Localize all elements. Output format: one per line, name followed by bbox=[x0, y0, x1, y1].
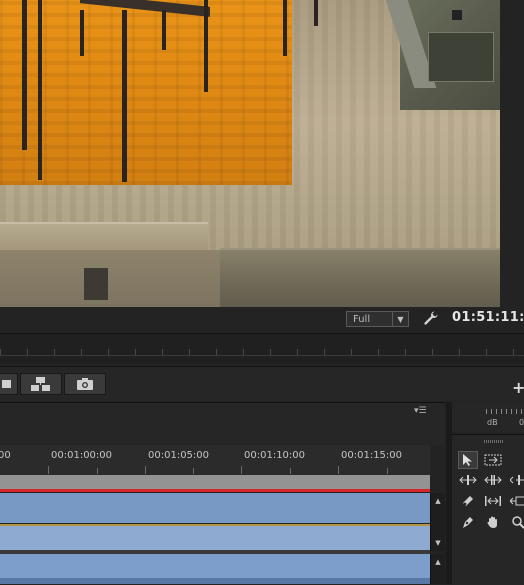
ruler-label: 00:01:05:00 bbox=[148, 450, 210, 461]
ruler-tick bbox=[387, 468, 388, 474]
ruler-tick bbox=[97, 468, 98, 474]
ruler-label: 00 bbox=[0, 450, 11, 461]
track-select-tool-icon[interactable] bbox=[483, 451, 503, 469]
timeline-panel-header bbox=[0, 402, 445, 428]
timeline-vertical-scrollbar[interactable]: ▲ bbox=[430, 554, 445, 584]
music-stand-pole bbox=[122, 10, 127, 182]
ruler-tick bbox=[48, 466, 49, 474]
pen-tool-icon[interactable] bbox=[458, 513, 478, 531]
export-frame-lift-button[interactable] bbox=[20, 373, 62, 395]
stand-leg bbox=[38, 0, 42, 180]
ripple-edit-tool-icon[interactable] bbox=[458, 471, 478, 489]
scroll-down-icon[interactable]: ▼ bbox=[431, 537, 445, 549]
stage-step-opening bbox=[84, 268, 108, 300]
chair-leg bbox=[283, 0, 287, 56]
panel-grip[interactable] bbox=[484, 440, 504, 443]
slide-tool-icon[interactable] bbox=[508, 492, 524, 510]
ruler-tick bbox=[145, 466, 146, 474]
playhead-timecode[interactable]: 01:51:11:2 bbox=[452, 310, 524, 325]
audio-clip-track[interactable] bbox=[0, 554, 430, 578]
chair-leg bbox=[314, 0, 318, 26]
timeline-vertical-scrollbar[interactable]: ▲ ▼ bbox=[430, 493, 445, 551]
scroll-up-icon[interactable]: ▲ bbox=[431, 556, 445, 568]
monitor-ruler-line bbox=[0, 355, 524, 356]
razor-tool-icon[interactable] bbox=[458, 492, 478, 510]
monitor-control-bar bbox=[0, 307, 524, 333]
stage-floor-image bbox=[0, 0, 292, 185]
wrench-icon[interactable] bbox=[423, 310, 439, 328]
audio-meter-scale bbox=[486, 409, 524, 414]
ruler-label: 00:01:15:00 bbox=[341, 450, 403, 461]
zoom-tool-icon[interactable] bbox=[508, 513, 524, 531]
chair-leg bbox=[80, 10, 84, 56]
panel-menu-icon[interactable]: ▾☰ bbox=[414, 406, 427, 416]
chair-leg bbox=[204, 0, 208, 92]
camera-icon bbox=[77, 378, 93, 390]
ruler-tick bbox=[290, 468, 291, 474]
video-clip-track[interactable] bbox=[0, 493, 430, 523]
zoom-level-select[interactable]: Full ▼ bbox=[346, 311, 409, 327]
program-monitor-video bbox=[0, 0, 500, 307]
hand-tool-icon[interactable] bbox=[483, 513, 503, 531]
chevron-down-icon: ▼ bbox=[392, 312, 408, 326]
stage-step-front bbox=[220, 248, 500, 307]
wall-speaker-image bbox=[452, 10, 462, 20]
chair-leg bbox=[162, 10, 166, 50]
work-area-bar[interactable] bbox=[0, 475, 430, 489]
zoom-level-value: Full bbox=[353, 313, 371, 325]
db-unit-label: dB bbox=[487, 418, 498, 427]
scroll-up-icon[interactable]: ▲ bbox=[431, 495, 445, 507]
rolling-edit-tool-icon[interactable] bbox=[483, 471, 503, 489]
ruler-tick bbox=[193, 468, 194, 474]
export-frame-button[interactable] bbox=[64, 373, 106, 395]
selection-tool-icon[interactable] bbox=[458, 451, 478, 469]
multicam-icon bbox=[31, 377, 50, 391]
timeline-spacer bbox=[0, 426, 445, 445]
ruler-label: 00:01:00:00 bbox=[51, 450, 113, 461]
ruler-tick bbox=[338, 466, 339, 474]
render-status-bar bbox=[0, 489, 430, 492]
track-gap bbox=[0, 578, 430, 584]
add-button-plus-icon[interactable]: + bbox=[512, 378, 524, 397]
db-zero-label: 0 bbox=[519, 418, 524, 427]
stage-step-side bbox=[0, 250, 220, 307]
ruler-tick bbox=[241, 466, 242, 474]
wall-panel-image bbox=[428, 32, 494, 82]
audio-meter-panel bbox=[452, 402, 524, 432]
slip-tool-icon[interactable] bbox=[483, 492, 503, 510]
video-clip-track[interactable] bbox=[0, 526, 430, 550]
ruler-label: 00:01:10:00 bbox=[244, 450, 306, 461]
overwrite-button[interactable] bbox=[0, 373, 18, 395]
stand-leg bbox=[22, 0, 27, 150]
rate-stretch-tool-icon[interactable] bbox=[508, 471, 524, 489]
